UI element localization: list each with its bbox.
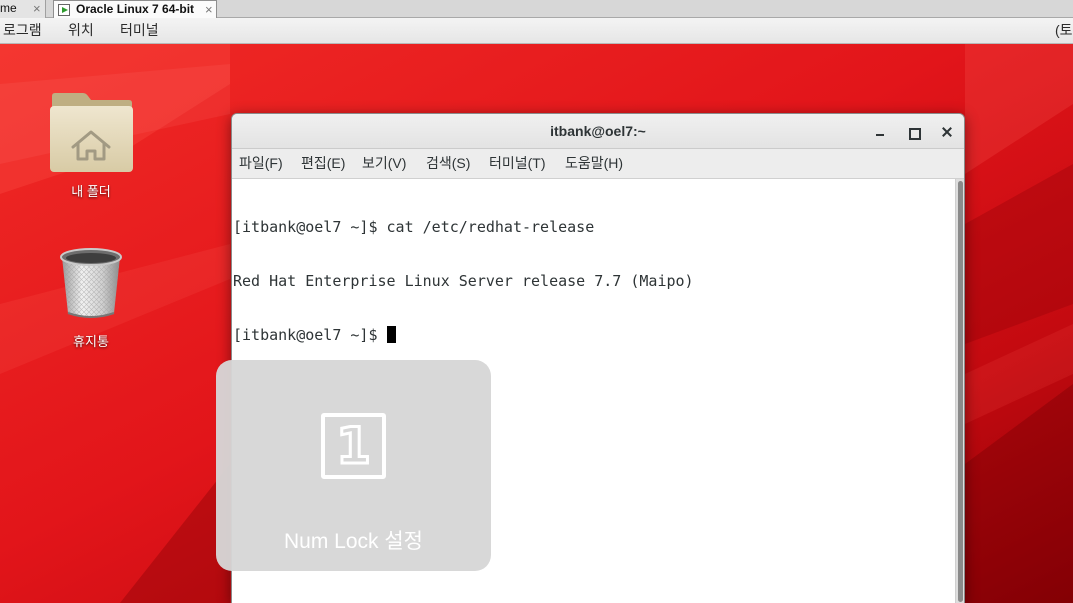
menu-help[interactable]: 도움말(H) xyxy=(565,149,623,178)
applications-menu[interactable]: 로그램 xyxy=(3,18,42,43)
home-folder-icon xyxy=(50,93,133,172)
scrollbar[interactable] xyxy=(955,179,964,603)
tab-close-icon[interactable]: × xyxy=(33,0,41,17)
terminal-app-menu[interactable]: 터미널 xyxy=(120,18,159,43)
terminal-line: [itbank@oel7 ~]$ cat /etc/redhat-release xyxy=(233,218,595,236)
clock[interactable]: (토 xyxy=(1055,18,1073,43)
osd-text: Num Lock 설정 xyxy=(283,530,423,553)
tab-label: me xyxy=(0,1,17,15)
menu-view[interactable]: 보기(V) xyxy=(362,149,406,178)
tab-home[interactable]: me × xyxy=(0,0,46,18)
trash-icon xyxy=(60,248,122,318)
vm-tab-bar: me × Oracle Linux 7 64-bit × xyxy=(0,0,1073,19)
terminal-cursor xyxy=(386,326,396,343)
tab-oracle-linux[interactable]: Oracle Linux 7 64-bit × xyxy=(53,0,217,19)
maximize-icon[interactable] xyxy=(903,122,923,142)
desktop-item-label: 휴지통 xyxy=(73,334,109,349)
terminal-line: Red Hat Enterprise Linux Server release … xyxy=(233,272,694,290)
menu-file[interactable]: 파일(F) xyxy=(239,149,283,178)
terminal-text: [itbank@oel7 ~]$ cat /etc/redhat-release… xyxy=(233,182,694,380)
desktop-item-label: 내 폴더 xyxy=(71,184,111,199)
tab-label: Oracle Linux 7 64-bit xyxy=(76,2,195,16)
osd-number: 1 xyxy=(335,416,373,477)
terminal-prompt: [itbank@oel7 ~]$ xyxy=(233,326,387,344)
places-menu[interactable]: 위치 xyxy=(68,18,94,43)
menu-edit[interactable]: 편집(E) xyxy=(301,149,345,178)
vm-icon xyxy=(58,4,70,16)
menu-terminal[interactable]: 터미널(T) xyxy=(489,149,546,178)
window-titlebar[interactable]: itbank@oel7:~ xyxy=(232,114,964,149)
scrollbar-thumb[interactable] xyxy=(958,181,963,602)
window-title: itbank@oel7:~ xyxy=(550,123,646,139)
terminal-prompt-line: [itbank@oel7 ~]$ xyxy=(233,326,694,344)
tab-close-icon[interactable]: × xyxy=(205,1,213,18)
minimize-icon[interactable] xyxy=(870,122,890,142)
terminal-menubar: 파일(F) 편집(E) 보기(V) 검색(S) 터미널(T) 도움말(H) xyxy=(232,149,964,179)
numlock-osd: 1 Num Lock 설정 xyxy=(216,360,491,571)
menu-search[interactable]: 검색(S) xyxy=(426,149,470,178)
gnome-top-bar: 로그램 위치 터미널 (토 xyxy=(0,18,1073,44)
close-icon[interactable] xyxy=(937,122,957,142)
numlock-icon: 1 xyxy=(321,413,386,479)
